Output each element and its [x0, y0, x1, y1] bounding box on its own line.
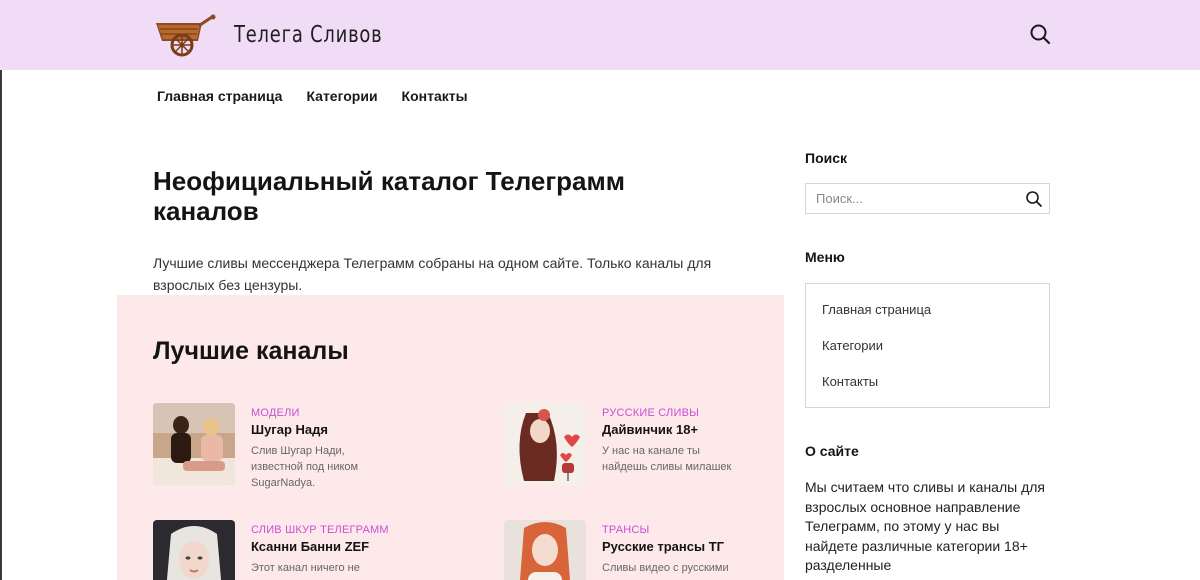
primary-nav: Главная страница Категории Контакты — [157, 88, 468, 104]
channel-category[interactable]: Русские сливы — [602, 407, 747, 419]
site-title: Телега Сливов — [234, 22, 383, 48]
channel-category[interactable]: Модели — [251, 407, 396, 419]
sidebar-search-heading: Поиск — [805, 150, 848, 166]
site-logo[interactable]: Телега Сливов — [152, 13, 424, 57]
best-channels-title: Лучшие каналы — [153, 337, 349, 365]
window-edge — [0, 0, 2, 580]
channel-thumbnail[interactable] — [153, 520, 235, 580]
sidebar-search-box — [805, 183, 1050, 214]
cart-icon — [156, 14, 216, 57]
channel-card[interactable]: Русские сливы Дайвинчик 18+ У нас на кан… — [504, 403, 824, 485]
nav-item-categories[interactable]: Категории — [306, 88, 377, 104]
sidebar-item-categories[interactable]: Категории — [822, 338, 883, 353]
channel-name[interactable]: Русские трансы ТГ — [602, 539, 747, 554]
about-text: Мы считаем что сливы и каналы для взросл… — [805, 479, 1046, 573]
search-input[interactable] — [816, 184, 1016, 213]
sidebar-menu-heading: Меню — [805, 249, 845, 265]
channel-thumbnail[interactable] — [153, 403, 235, 485]
channel-card[interactable]: Модели Шугар Надя Слив Шугар Нади, извес… — [153, 403, 473, 491]
channel-category[interactable]: Трансы — [602, 524, 747, 536]
channel-name[interactable]: Ксанни Банни ZEF — [251, 539, 396, 554]
channel-name[interactable]: Дайвинчик 18+ — [602, 422, 747, 437]
channel-thumbnail[interactable] — [504, 403, 586, 485]
nav-item-home[interactable]: Главная страница — [157, 88, 282, 104]
sidebar-item-contacts[interactable]: Контакты — [822, 374, 878, 389]
sidebar-item-home[interactable]: Главная страница — [822, 302, 931, 317]
site-header: Телега Сливов — [0, 0, 1200, 70]
channel-description: Сливы видео с русскими — [602, 562, 729, 574]
channel-card[interactable]: Слив шкур телеграмм Ксанни Банни ZEF Это… — [153, 520, 473, 580]
page-title: Неофициальный каталог Телеграмм каналов — [153, 166, 625, 226]
intro-text: Лучшие сливы мессенджера Телеграмм собра… — [153, 255, 712, 293]
best-channels-section: Лучшие каналы Модели Шугар Надя Слив Шуг… — [117, 295, 784, 580]
channel-description: У нас на канале ты найдешь сливы милашек — [602, 445, 732, 473]
channel-card[interactable]: Трансы Русские трансы ТГ Сливы видео с р… — [504, 520, 824, 580]
channel-description: Слив Шугар Нади, известной под ником Sug… — [251, 445, 359, 489]
channel-thumbnail[interactable] — [504, 520, 586, 580]
sidebar-about-heading: О сайте — [805, 443, 859, 459]
nav-item-contacts[interactable]: Контакты — [402, 88, 468, 104]
sidebar-menu: Главная страница Категории Контакты — [805, 283, 1050, 408]
search-icon[interactable] — [1028, 22, 1052, 46]
search-icon[interactable] — [1025, 190, 1043, 208]
channel-description: Этот канал ничего не — [251, 562, 360, 574]
channel-name[interactable]: Шугар Надя — [251, 422, 396, 437]
channel-category[interactable]: Слив шкур телеграмм — [251, 524, 396, 536]
